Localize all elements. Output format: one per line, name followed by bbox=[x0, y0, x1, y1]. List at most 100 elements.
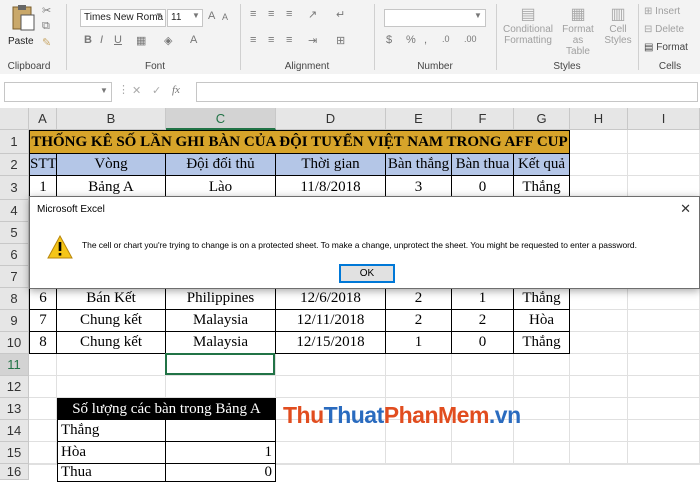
table-cell[interactable]: Chung kết bbox=[57, 310, 166, 332]
grid-cell[interactable] bbox=[514, 354, 570, 376]
grid-cell[interactable] bbox=[57, 354, 166, 376]
grid-cell[interactable] bbox=[29, 376, 57, 398]
grid-cell[interactable] bbox=[628, 442, 700, 464]
number-format-select[interactable] bbox=[384, 9, 486, 27]
row-header[interactable]: 6 bbox=[0, 244, 29, 266]
currency-icon[interactable]: $ bbox=[386, 34, 392, 46]
grid-cell[interactable] bbox=[570, 464, 628, 465]
column-header[interactable]: F bbox=[452, 108, 514, 130]
grid-cell[interactable] bbox=[570, 420, 628, 442]
italic-icon[interactable]: I bbox=[100, 34, 103, 46]
align-bottom-icon[interactable]: ≡ bbox=[286, 8, 292, 20]
grid-cell[interactable] bbox=[570, 130, 628, 154]
bold-icon[interactable]: B bbox=[84, 34, 92, 46]
row-header[interactable]: 4 bbox=[0, 200, 29, 222]
summary-value[interactable]: 1 bbox=[166, 442, 276, 464]
grid-cell[interactable] bbox=[628, 354, 700, 376]
chevron-down-icon[interactable]: ▼ bbox=[100, 86, 108, 95]
column-heading[interactable]: Đội đối thủ bbox=[166, 154, 276, 176]
grid-cell[interactable] bbox=[514, 376, 570, 398]
grid-cell[interactable] bbox=[570, 398, 628, 420]
table-cell[interactable]: Philippines bbox=[166, 288, 276, 310]
ok-button[interactable]: OK bbox=[339, 264, 395, 283]
fill-color-icon[interactable]: ◈ bbox=[164, 34, 172, 47]
underline-icon[interactable]: U bbox=[114, 34, 122, 46]
grid-cell[interactable] bbox=[570, 288, 628, 310]
grid-cell[interactable] bbox=[570, 376, 628, 398]
grid-cell[interactable] bbox=[570, 442, 628, 464]
chevron-down-icon[interactable]: ▼ bbox=[155, 11, 163, 20]
column-header[interactable]: C bbox=[166, 108, 276, 130]
row-header[interactable]: 3 bbox=[0, 176, 29, 200]
table-cell[interactable]: 2 bbox=[386, 310, 452, 332]
table-cell[interactable]: 1 bbox=[452, 288, 514, 310]
align-left-icon[interactable]: ≡ bbox=[250, 34, 256, 46]
table-cell[interactable]: Bán Kết bbox=[57, 288, 166, 310]
grid-cell[interactable] bbox=[386, 376, 452, 398]
row-header[interactable]: 12 bbox=[0, 376, 29, 398]
grid-cell[interactable] bbox=[386, 442, 452, 464]
name-box[interactable] bbox=[4, 82, 112, 102]
column-header[interactable]: I bbox=[628, 108, 700, 130]
column-heading[interactable]: STT bbox=[29, 154, 57, 176]
formula-input[interactable] bbox=[196, 82, 698, 102]
table-cell[interactable]: 2 bbox=[452, 310, 514, 332]
table-cell[interactable]: Thắng bbox=[514, 332, 570, 354]
table-cell[interactable]: Chung kết bbox=[57, 332, 166, 354]
table-cell[interactable]: Malaysia bbox=[166, 332, 276, 354]
paste-button[interactable]: Paste bbox=[8, 4, 38, 48]
row-header[interactable]: 16 bbox=[0, 464, 29, 480]
grid-cell[interactable] bbox=[628, 154, 700, 176]
summary-label[interactable]: Hòa bbox=[57, 442, 166, 464]
row-header[interactable]: 1 bbox=[0, 130, 29, 154]
row-header[interactable]: 5 bbox=[0, 222, 29, 244]
grid-cell[interactable] bbox=[570, 310, 628, 332]
chevron-down-icon[interactable]: ▼ bbox=[474, 11, 482, 20]
align-top-icon[interactable]: ≡ bbox=[250, 8, 256, 20]
column-header[interactable]: G bbox=[514, 108, 570, 130]
enter-icon[interactable]: ✓ bbox=[152, 84, 161, 97]
increase-decimal-icon[interactable]: .0 bbox=[442, 34, 450, 44]
row-header[interactable]: 2 bbox=[0, 154, 29, 176]
row-header[interactable]: 15 bbox=[0, 442, 29, 464]
summary-title[interactable]: Số lượng các bàn trong Bảng A bbox=[57, 398, 276, 420]
column-heading[interactable]: Thời gian bbox=[276, 154, 386, 176]
grid-cell[interactable] bbox=[386, 464, 452, 465]
grid-cell[interactable] bbox=[452, 442, 514, 464]
grid-cell[interactable] bbox=[29, 464, 57, 465]
align-right-icon[interactable]: ≡ bbox=[286, 34, 292, 46]
grid-cell[interactable] bbox=[452, 376, 514, 398]
grid-cell[interactable] bbox=[514, 464, 570, 465]
summary-label[interactable]: Thua bbox=[57, 464, 166, 482]
decrease-font-icon[interactable]: A bbox=[222, 12, 228, 22]
column-header[interactable]: B bbox=[57, 108, 166, 130]
grid-cell[interactable] bbox=[628, 376, 700, 398]
insert-button[interactable]: ⊞ Insert bbox=[644, 6, 680, 17]
column-header[interactable]: E bbox=[386, 108, 452, 130]
delete-button[interactable]: ⊟ Delete bbox=[644, 24, 684, 35]
grid-cell[interactable] bbox=[276, 376, 386, 398]
summary-label[interactable]: Thắng bbox=[57, 420, 166, 442]
table-cell[interactable]: Malaysia bbox=[166, 310, 276, 332]
table-cell[interactable]: 12/6/2018 bbox=[276, 288, 386, 310]
table-cell[interactable]: 12/11/2018 bbox=[276, 310, 386, 332]
cancel-icon[interactable]: ✕ bbox=[132, 84, 141, 97]
align-center-icon[interactable]: ≡ bbox=[268, 34, 274, 46]
column-heading[interactable]: Vòng bbox=[57, 154, 166, 176]
table-cell[interactable]: 7 bbox=[29, 310, 57, 332]
table-cell[interactable]: 0 bbox=[452, 332, 514, 354]
increase-font-icon[interactable]: A bbox=[208, 10, 215, 22]
summary-value[interactable] bbox=[166, 420, 276, 442]
column-header[interactable]: A bbox=[29, 108, 57, 130]
row-header[interactable]: 14 bbox=[0, 420, 29, 442]
column-heading[interactable]: Bàn thua bbox=[452, 154, 514, 176]
grid-cell[interactable] bbox=[628, 464, 700, 465]
orientation-icon[interactable]: ↗ bbox=[308, 8, 317, 21]
align-middle-icon[interactable]: ≡ bbox=[268, 8, 274, 20]
column-heading[interactable]: Bàn thắng bbox=[386, 154, 452, 176]
decrease-decimal-icon[interactable]: .00 bbox=[464, 34, 477, 44]
format-button[interactable]: ▤ Format bbox=[644, 42, 688, 53]
grid-cell[interactable] bbox=[514, 442, 570, 464]
format-painter-icon[interactable]: ✎ bbox=[42, 36, 51, 49]
row-header[interactable]: 11 bbox=[0, 354, 29, 376]
